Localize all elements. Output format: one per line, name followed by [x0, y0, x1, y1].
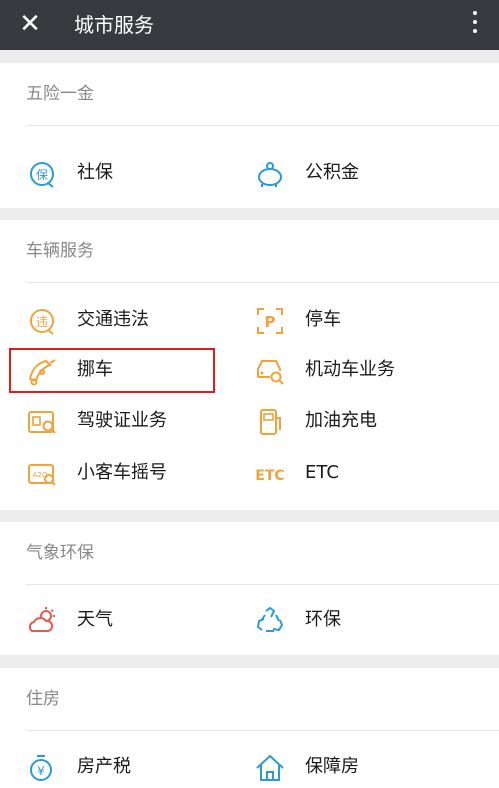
service-parking[interactable]: P 停车	[254, 299, 464, 341]
service-label: 公积金	[305, 162, 359, 183]
service-vehicle-business[interactable]: 机动车业务	[254, 349, 464, 391]
service-housing-fund[interactable]: 公积金	[254, 152, 464, 194]
service-label: 环保	[305, 609, 341, 630]
service-property-tax[interactable]: ¥ 房产税	[26, 746, 236, 788]
weather-icon	[28, 607, 55, 632]
service-social-security[interactable]: 保 社保	[26, 152, 236, 194]
close-icon[interactable]: ✕	[16, 10, 44, 38]
icon-glyph: ¥	[37, 764, 45, 778]
service-label: 天气	[77, 609, 113, 630]
service-label: 驾驶证业务	[77, 410, 167, 431]
piggy-bank-icon	[258, 162, 282, 187]
section-housing: 住房 ¥ 房产税 保障房	[0, 668, 499, 788]
service-label: 保障房	[305, 756, 359, 777]
service-label: 机动车业务	[305, 359, 395, 380]
divider	[26, 282, 499, 283]
service-label: 停车	[305, 309, 341, 330]
section-title: 五险一金	[26, 84, 94, 104]
top-bar: ✕ 城市服务	[0, 0, 499, 50]
section-insurance-fund: 五险一金 保 社保 公积金	[0, 63, 499, 208]
service-plate-lottery[interactable]: A2Q 小客车摇号	[26, 452, 236, 494]
service-label: 社保	[77, 162, 113, 183]
section-title: 气象环保	[26, 543, 94, 563]
violation-badge-icon: 违	[30, 309, 54, 335]
icon-glyph: 保	[36, 168, 48, 182]
more-icon[interactable]	[471, 11, 479, 39]
service-label: 房产税	[77, 756, 131, 777]
fuel-icon	[260, 409, 281, 435]
icon-glyph: 违	[36, 315, 48, 329]
section-title: 车辆服务	[26, 241, 94, 261]
recycle-icon	[256, 606, 284, 632]
license-icon	[28, 411, 56, 434]
divider	[26, 125, 499, 126]
service-label: 交通违法	[77, 309, 149, 330]
service-fuel-charging[interactable]: 加油充电	[254, 400, 464, 442]
service-affordable-housing[interactable]: 保障房	[254, 746, 464, 788]
service-etc[interactable]: ETC ETC	[254, 452, 464, 494]
section-title: 住房	[26, 689, 60, 709]
service-traffic-violation[interactable]: 违 交通违法	[26, 299, 236, 341]
plate-lottery-icon: A2Q	[28, 464, 56, 486]
tax-icon: ¥	[30, 755, 52, 781]
divider	[26, 584, 499, 585]
service-driver-license[interactable]: 驾驶证业务	[26, 400, 236, 442]
service-environment[interactable]: 环保	[254, 599, 464, 641]
service-label: 加油充电	[305, 410, 377, 431]
shield-badge-icon: 保	[30, 162, 54, 188]
service-weather[interactable]: 天气	[26, 599, 236, 641]
page-title: 城市服务	[74, 13, 154, 37]
service-label: ETC	[305, 462, 339, 483]
parking-icon: P	[257, 308, 283, 334]
section-weather-environment: 气象环保 天气 环保	[0, 522, 499, 655]
car-search-icon	[257, 360, 284, 385]
highlight-box	[9, 348, 215, 393]
etc-icon: ETC	[255, 468, 284, 484]
icon-glyph: ETC	[255, 468, 284, 484]
icon-glyph: P	[265, 313, 276, 331]
house-icon	[256, 754, 284, 781]
divider	[26, 730, 499, 731]
service-label: 小客车摇号	[77, 462, 167, 483]
